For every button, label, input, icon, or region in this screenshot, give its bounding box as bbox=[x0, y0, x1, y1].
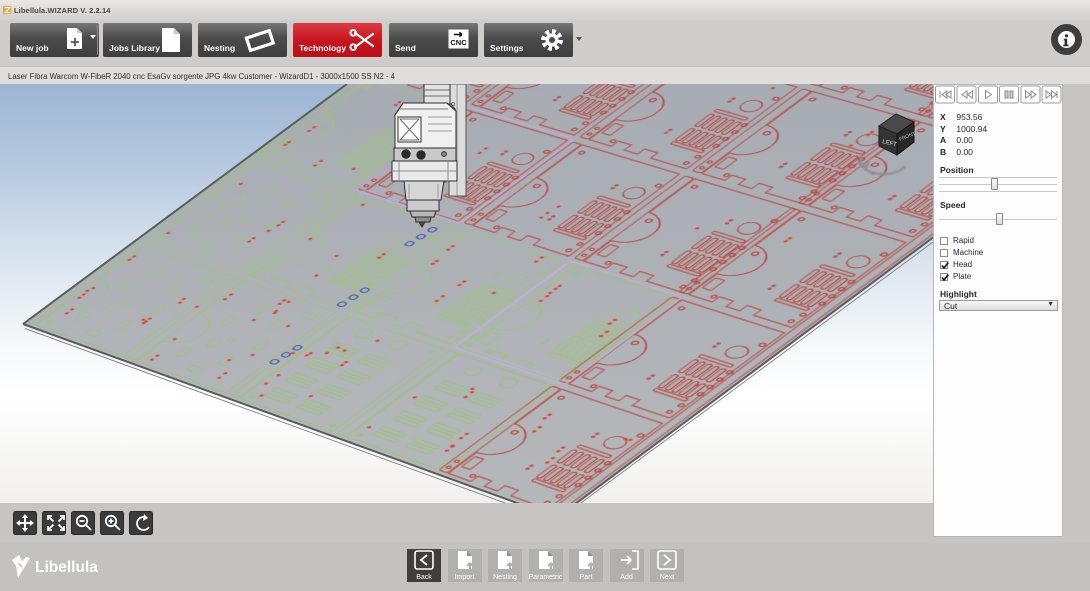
svg-text:CNC: CNC bbox=[450, 38, 467, 47]
svg-text:Libellula: Libellula bbox=[35, 559, 98, 576]
